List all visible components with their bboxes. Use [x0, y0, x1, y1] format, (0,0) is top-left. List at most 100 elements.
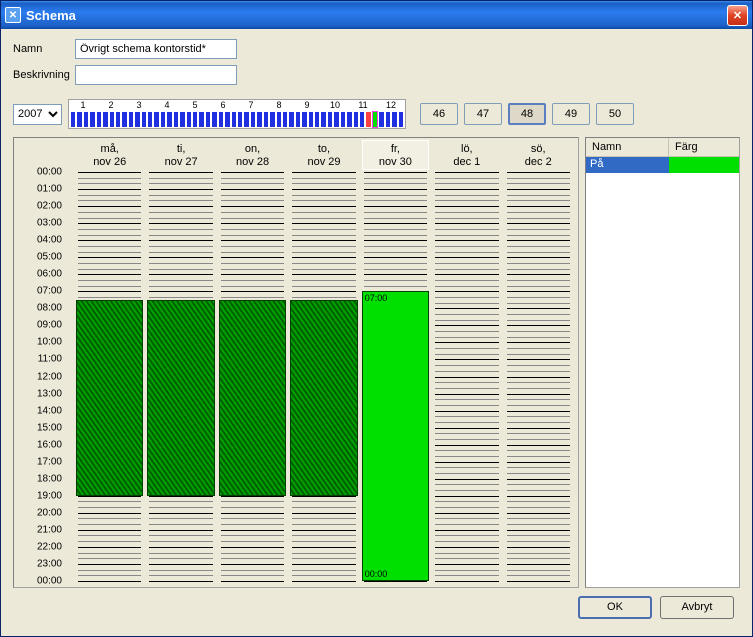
week-tick[interactable]: [309, 112, 313, 127]
week-tick[interactable]: [321, 112, 325, 127]
week-tick[interactable]: [110, 112, 114, 127]
time-label: 18:00: [37, 473, 62, 484]
week-tick[interactable]: [283, 112, 287, 127]
desc-input[interactable]: [75, 65, 237, 85]
week-tick[interactable]: [296, 112, 300, 127]
week-tick[interactable]: [270, 112, 274, 127]
legend-col-color[interactable]: Färg: [669, 138, 739, 156]
week-tick[interactable]: [135, 112, 139, 127]
time-label: 00:00: [37, 576, 62, 587]
schedule-block[interactable]: [76, 300, 143, 496]
week-tick[interactable]: [244, 112, 248, 127]
legend-row[interactable]: På: [586, 157, 739, 173]
week-tick[interactable]: [264, 112, 268, 127]
month-label: 2: [97, 100, 125, 112]
week-tick[interactable]: [199, 112, 203, 127]
week-tick[interactable]: [122, 112, 126, 127]
week-tick[interactable]: [225, 112, 229, 127]
legend-col-name[interactable]: Namn: [586, 138, 669, 156]
week-tick[interactable]: [90, 112, 94, 127]
week-tick[interactable]: [386, 112, 390, 127]
day-column[interactable]: [292, 172, 355, 581]
titlebar[interactable]: ✕ Schema ✕: [1, 1, 752, 29]
schedule-panel[interactable]: må,nov 26ti,nov 27on,nov 28to,nov 29fr,n…: [13, 137, 579, 588]
week-tick[interactable]: [232, 112, 236, 127]
time-label: 02:00: [37, 201, 62, 212]
week-tick[interactable]: [277, 112, 281, 127]
week-tick[interactable]: [334, 112, 338, 127]
month-label: 9: [293, 100, 321, 112]
month-label: 10: [321, 100, 349, 112]
week-tick[interactable]: [167, 112, 171, 127]
week-tick[interactable]: [71, 112, 75, 127]
month-ruler[interactable]: 123456789101112: [68, 99, 406, 129]
name-label: Namn: [13, 43, 75, 55]
week-button-48[interactable]: 48: [508, 103, 546, 125]
week-button-46[interactable]: 46: [420, 103, 458, 125]
week-tick[interactable]: [103, 112, 107, 127]
week-tick[interactable]: [116, 112, 120, 127]
week-tick[interactable]: [193, 112, 197, 127]
schedule-block[interactable]: [290, 300, 357, 496]
year-select[interactable]: 20052006200720082009: [13, 104, 62, 125]
week-tick[interactable]: [392, 112, 396, 127]
name-input[interactable]: [75, 39, 237, 59]
ok-button[interactable]: OK: [578, 596, 652, 619]
schema-window: ✕ Schema ✕ Namn Beskrivning 200520062007…: [0, 0, 753, 637]
day-header[interactable]: lö,dec 1: [433, 140, 500, 170]
week-button-50[interactable]: 50: [596, 103, 634, 125]
week-tick[interactable]: [366, 112, 370, 127]
week-tick[interactable]: [77, 112, 81, 127]
week-tick[interactable]: [238, 112, 242, 127]
week-tick[interactable]: [206, 112, 210, 127]
day-column[interactable]: [435, 172, 498, 581]
day-header[interactable]: to,nov 29: [290, 140, 357, 170]
week-button-47[interactable]: 47: [464, 103, 502, 125]
day-column[interactable]: [78, 172, 141, 581]
week-tick[interactable]: [373, 112, 377, 127]
close-icon[interactable]: ✕: [727, 5, 748, 26]
week-tick[interactable]: [302, 112, 306, 127]
week-tick[interactable]: [154, 112, 158, 127]
week-tick[interactable]: [360, 112, 364, 127]
week-tick[interactable]: [251, 112, 255, 127]
schedule-block[interactable]: 07:0000:00: [362, 291, 429, 581]
week-tick[interactable]: [129, 112, 133, 127]
week-tick[interactable]: [257, 112, 261, 127]
week-tick[interactable]: [174, 112, 178, 127]
week-tick[interactable]: [399, 112, 403, 127]
app-icon: ✕: [5, 7, 21, 23]
week-tick[interactable]: [289, 112, 293, 127]
day-header[interactable]: ti,nov 27: [147, 140, 214, 170]
day-column[interactable]: 07:0000:00: [364, 172, 427, 581]
schedule-block[interactable]: [147, 300, 214, 496]
day-header[interactable]: fr,nov 30: [362, 140, 429, 170]
week-tick[interactable]: [341, 112, 345, 127]
desc-label: Beskrivning: [13, 69, 75, 81]
week-tick[interactable]: [187, 112, 191, 127]
week-tick[interactable]: [84, 112, 88, 127]
week-tick[interactable]: [354, 112, 358, 127]
week-tick[interactable]: [219, 112, 223, 127]
week-tick[interactable]: [148, 112, 152, 127]
day-column[interactable]: [149, 172, 212, 581]
week-tick[interactable]: [97, 112, 101, 127]
day-header[interactable]: sö,dec 2: [505, 140, 572, 170]
week-tick[interactable]: [379, 112, 383, 127]
week-tick[interactable]: [328, 112, 332, 127]
day-header[interactable]: må,nov 26: [76, 140, 143, 170]
week-tick[interactable]: [212, 112, 216, 127]
cancel-button[interactable]: Avbryt: [660, 596, 734, 619]
day-header[interactable]: on,nov 28: [219, 140, 286, 170]
week-tick[interactable]: [180, 112, 184, 127]
day-column[interactable]: [221, 172, 284, 581]
week-tick[interactable]: [142, 112, 146, 127]
day-column[interactable]: [507, 172, 570, 581]
time-label: 05:00: [37, 252, 62, 263]
week-tick[interactable]: [315, 112, 319, 127]
week-button-49[interactable]: 49: [552, 103, 590, 125]
schedule-block[interactable]: [219, 300, 286, 496]
week-tick[interactable]: [347, 112, 351, 127]
time-label: 09:00: [37, 320, 62, 331]
week-tick[interactable]: [161, 112, 165, 127]
